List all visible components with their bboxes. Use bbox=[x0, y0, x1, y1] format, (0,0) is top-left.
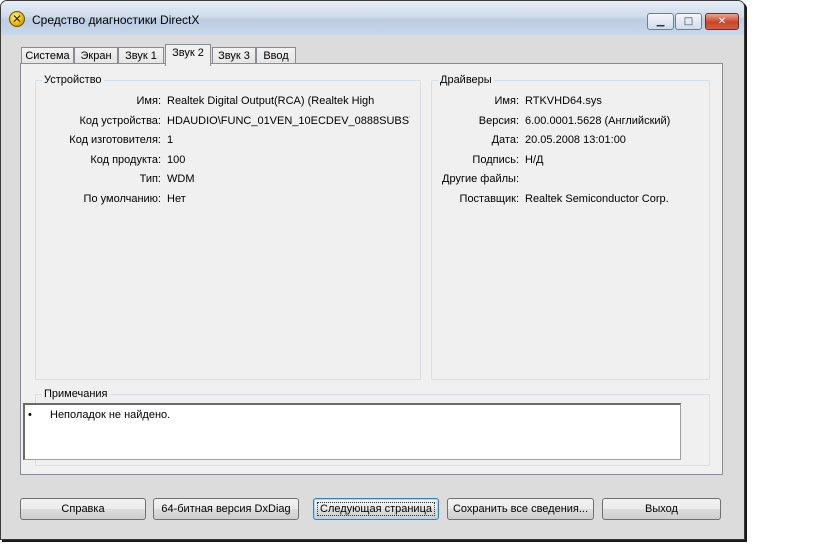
driver-row-provider: Поставщик: Realtek Semiconductor Corp. bbox=[432, 193, 711, 207]
device-name-label: Имя: bbox=[136, 95, 161, 107]
driver-row-version: Версия: 6.00.0001.5628 (Английский) bbox=[432, 115, 711, 129]
driver-provider-value: Realtek Semiconductor Corp. bbox=[525, 193, 669, 205]
driver-date-value: 20.05.2008 13:01:00 bbox=[525, 134, 626, 146]
device-group-title: Устройство bbox=[42, 74, 104, 86]
tab-sound-2[interactable]: Звук 2 bbox=[165, 44, 211, 66]
device-type-value: WDM bbox=[167, 173, 195, 185]
exit-button[interactable]: Выход bbox=[602, 498, 721, 520]
driver-row-signature: Подпись: Н/Д bbox=[432, 154, 711, 168]
notes-bullet: • bbox=[28, 409, 32, 421]
drivers-group: Драйверы Имя: RTKVHD64.sys Версия: 6.00.… bbox=[431, 74, 711, 380]
device-product-label: Код продукта: bbox=[90, 154, 161, 166]
title-bar[interactable]: ✕ Средство диагностики DirectX ▁ □ ✕ bbox=[1, 1, 744, 35]
window-title: Средство диагностики DirectX bbox=[32, 13, 200, 27]
device-manufacturer-value: 1 bbox=[167, 134, 174, 146]
dxdiag-64bit-button[interactable]: 64-битная версия DxDiag bbox=[153, 498, 299, 520]
dxdiag-64bit-button-label: 64-битная версия DxDiag bbox=[161, 503, 291, 515]
minimize-button[interactable]: ▁ bbox=[647, 13, 674, 30]
device-id-label: Код устройства: bbox=[79, 115, 162, 127]
device-name-value: Realtek Digital Output(RCA) (Realtek Hig… bbox=[167, 95, 375, 107]
help-button[interactable]: Справка bbox=[20, 498, 146, 520]
device-row-manufacturer: Код изготовителя: 1 bbox=[36, 134, 422, 148]
device-row-product: Код продукта: 100 bbox=[36, 154, 422, 168]
driver-row-date: Дата: 20.05.2008 13:01:00 bbox=[432, 134, 711, 148]
directx-icon: ✕ bbox=[9, 11, 25, 27]
device-default-label: По умолчанию: bbox=[83, 193, 161, 205]
device-row-name: Имя: Realtek Digital Output(RCA) (Realte… bbox=[36, 95, 422, 109]
driver-other-files-label: Другие файлы: bbox=[442, 173, 519, 185]
notes-group-title: Примечания bbox=[42, 388, 110, 400]
driver-name-value: RTKVHD64.sys bbox=[525, 95, 602, 107]
device-id-value: HDAUDIO\FUNC_01VEN_10ECDEV_0888SUBSYS_1 bbox=[167, 115, 410, 127]
device-group: Устройство Имя: Realtek Digital Output(R… bbox=[35, 74, 422, 380]
help-button-label: Справка bbox=[61, 503, 105, 515]
device-row-default: По умолчанию: Нет bbox=[36, 193, 422, 207]
driver-row-name: Имя: RTKVHD64.sys bbox=[432, 95, 711, 109]
drivers-group-title: Драйверы bbox=[438, 74, 494, 86]
device-row-id: Код устройства: HDAUDIO\FUNC_01VEN_10ECD… bbox=[36, 115, 422, 129]
save-all-info-button-label: Сохранить все сведения... bbox=[452, 503, 589, 515]
notes-textbox[interactable]: • Неполадок не найдено. bbox=[23, 403, 681, 460]
maximize-button[interactable]: □ bbox=[675, 13, 702, 30]
driver-provider-label: Поставщик: bbox=[459, 193, 519, 205]
close-button[interactable]: ✕ bbox=[705, 13, 739, 30]
driver-version-label: Версия: bbox=[478, 115, 519, 127]
next-page-button-label: Следующая страница bbox=[317, 502, 435, 516]
device-product-value: 100 bbox=[167, 154, 186, 166]
next-page-button[interactable]: Следующая страница bbox=[313, 498, 439, 520]
driver-date-label: Дата: bbox=[491, 134, 519, 146]
notes-text: Неполадок не найдено. bbox=[50, 409, 171, 421]
device-row-type: Тип: WDM bbox=[36, 173, 422, 187]
driver-signature-value: Н/Д bbox=[525, 154, 544, 166]
driver-row-other-files: Другие файлы: bbox=[432, 173, 711, 187]
device-manufacturer-label: Код изготовителя: bbox=[69, 134, 161, 146]
driver-name-label: Имя: bbox=[494, 95, 519, 107]
exit-button-label: Выход bbox=[645, 503, 678, 515]
driver-signature-label: Подпись: bbox=[472, 154, 519, 166]
device-default-value: Нет bbox=[167, 193, 186, 205]
device-type-label: Тип: bbox=[139, 173, 161, 185]
save-all-info-button[interactable]: Сохранить все сведения... bbox=[447, 498, 594, 520]
driver-version-value: 6.00.0001.5628 (Английский) bbox=[525, 115, 671, 127]
